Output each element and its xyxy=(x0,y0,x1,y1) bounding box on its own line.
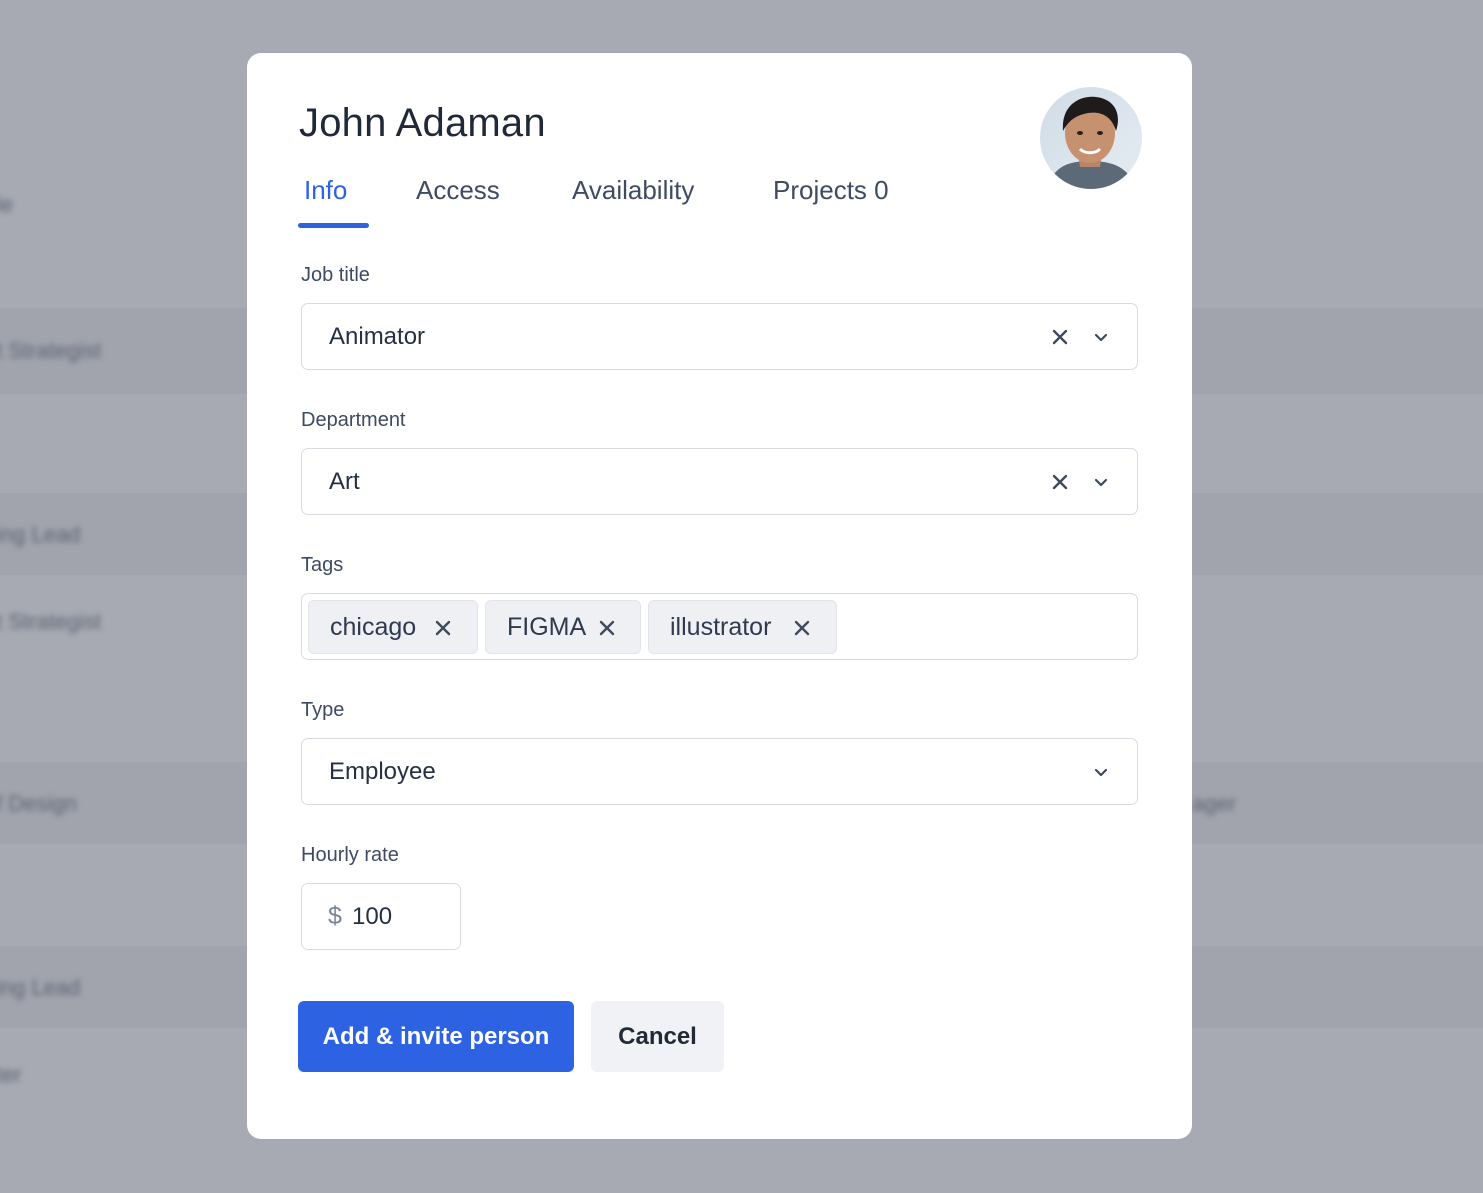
avatar-photo xyxy=(1040,87,1142,189)
person-modal: John Adaman Info Access Availability Pro… xyxy=(247,53,1192,1139)
tag-label: illustrator xyxy=(670,613,772,641)
add-invite-person-button[interactable]: Add & invite person xyxy=(298,1001,574,1072)
department-value: Art xyxy=(329,468,360,495)
tag-label: chicago xyxy=(330,613,417,641)
clear-icon[interactable] xyxy=(1049,326,1071,348)
background-text: t Strategist xyxy=(0,338,102,363)
tags-input[interactable]: chicago FIGMA illustrator xyxy=(301,593,1138,660)
background-text: ing Lead xyxy=(0,522,81,547)
tab-projects-label: Projects xyxy=(773,175,867,205)
chevron-down-icon[interactable] xyxy=(1091,472,1111,492)
active-tab-indicator xyxy=(298,223,369,228)
currency-symbol: $ xyxy=(328,902,342,930)
background-text: t Strategist xyxy=(0,609,102,634)
type-value: Employee xyxy=(329,758,436,785)
hourly-rate-label: Hourly rate xyxy=(301,844,399,866)
chevron-down-icon[interactable] xyxy=(1091,327,1111,347)
remove-tag-icon[interactable] xyxy=(433,618,453,638)
clear-icon[interactable] xyxy=(1049,471,1071,493)
background-text: ager xyxy=(1192,791,1237,816)
tab-availability[interactable]: Availability xyxy=(572,175,694,206)
hourly-rate-value: 100 xyxy=(352,903,393,930)
tab-access[interactable]: Access xyxy=(416,175,500,206)
tab-bar: Info Access Availability Projects 0 xyxy=(298,171,998,231)
type-select[interactable]: Employee xyxy=(301,738,1138,805)
tab-projects[interactable]: Projects 0 xyxy=(773,175,889,206)
department-select[interactable]: Art xyxy=(301,448,1138,515)
background-text: ter xyxy=(0,1062,22,1087)
tag-chip: chicago xyxy=(308,600,478,654)
person-name-title: John Adaman xyxy=(299,101,546,145)
background-text: le xyxy=(0,192,14,217)
cancel-button[interactable]: Cancel xyxy=(591,1001,724,1072)
department-label: Department xyxy=(301,409,406,431)
type-label: Type xyxy=(301,699,345,721)
hourly-rate-input[interactable]: $ 100 xyxy=(301,883,461,950)
background-text: f Design xyxy=(0,791,77,816)
tab-projects-count: 0 xyxy=(874,175,889,205)
tag-label: FIGMA xyxy=(507,613,587,641)
job-title-value: Animator xyxy=(329,323,426,350)
tab-info[interactable]: Info xyxy=(304,175,347,206)
tags-label: Tags xyxy=(301,554,344,576)
tag-chip: FIGMA xyxy=(485,600,641,654)
background-text: ing Lead xyxy=(0,975,81,1000)
avatar[interactable] xyxy=(1040,87,1142,189)
remove-tag-icon[interactable] xyxy=(597,618,617,638)
remove-tag-icon[interactable] xyxy=(792,618,812,638)
tag-chip: illustrator xyxy=(648,600,837,654)
job-title-label: Job title xyxy=(301,264,370,286)
chevron-down-icon[interactable] xyxy=(1091,762,1111,782)
job-title-select[interactable]: Animator xyxy=(301,303,1138,370)
